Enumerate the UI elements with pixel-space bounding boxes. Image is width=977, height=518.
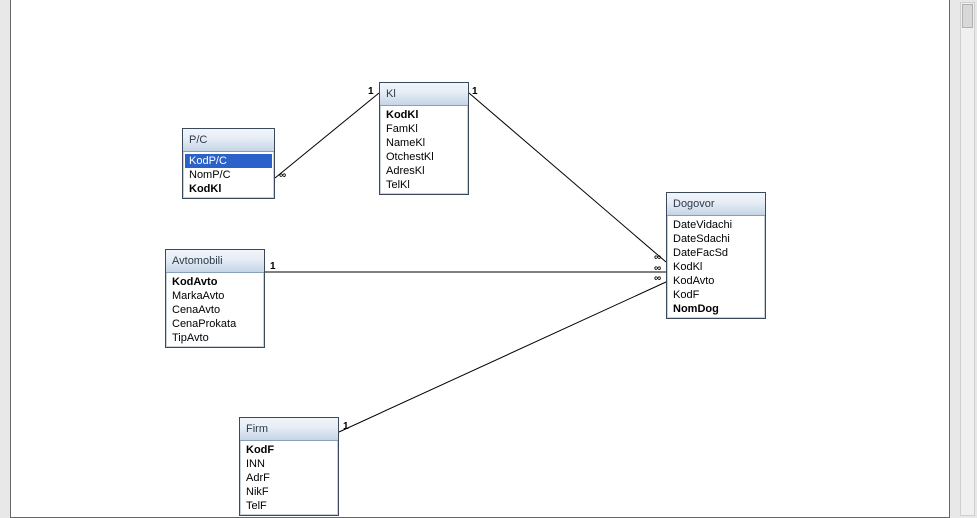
field-kl-famkl[interactable]: FamKl xyxy=(382,122,466,136)
table-kl-title[interactable]: Kl xyxy=(380,83,468,106)
rel-avto-dog-one: 1 xyxy=(270,261,276,272)
field-dog-nomdog[interactable]: NomDog xyxy=(669,302,763,316)
table-pc-title[interactable]: P/C xyxy=(183,129,274,152)
rel-kl-pc-many: ∞ xyxy=(279,170,286,181)
table-dogovor-title[interactable]: Dogovor xyxy=(667,193,765,216)
table-firm[interactable]: Firm KodF INN AdrF NikF TelF xyxy=(239,417,339,516)
table-dogovor-fields: DateVidachi DateSdachi DateFacSd KodKl K… xyxy=(667,216,765,318)
table-firm-fields: KodF INN AdrF NikF TelF xyxy=(240,441,338,515)
field-pc-kodkl[interactable]: KodKl xyxy=(185,182,272,196)
rel-firm-dog-one: 1 xyxy=(343,421,349,432)
field-dog-kodavto[interactable]: KodAvto xyxy=(669,274,763,288)
field-kl-otchestkl[interactable]: OtchestKl xyxy=(382,150,466,164)
field-dog-datevidachi[interactable]: DateVidachi xyxy=(669,218,763,232)
field-dog-kodkl[interactable]: KodKl xyxy=(669,260,763,274)
field-pc-nompc[interactable]: NomP/C xyxy=(185,168,272,182)
field-avto-tipavto[interactable]: TipAvto xyxy=(168,331,262,345)
field-firm-kodf[interactable]: KodF xyxy=(242,443,336,457)
field-pc-kodpc[interactable]: KodP/C xyxy=(185,154,272,168)
field-firm-telf[interactable]: TelF xyxy=(242,499,336,513)
vertical-scrollbar[interactable] xyxy=(960,2,975,516)
table-kl-fields: KodKl FamKl NameKl OtchestKl AdresKl Tel… xyxy=(380,106,468,194)
field-dog-datesdachi[interactable]: DateSdachi xyxy=(669,232,763,246)
table-pc[interactable]: P/C KodP/C NomP/C KodKl xyxy=(182,128,275,199)
field-firm-nikf[interactable]: NikF xyxy=(242,485,336,499)
field-dog-datefacsd[interactable]: DateFacSd xyxy=(669,246,763,260)
field-avto-kodavto[interactable]: KodAvto xyxy=(168,275,262,289)
table-firm-title[interactable]: Firm xyxy=(240,418,338,441)
scrollbar-thumb[interactable] xyxy=(962,4,973,28)
field-kl-namekl[interactable]: NameKl xyxy=(382,136,466,150)
field-kl-adreskl[interactable]: AdresKl xyxy=(382,164,466,178)
field-kl-kodkl[interactable]: KodKl xyxy=(382,108,466,122)
rel-firm-dog-many: ∞ xyxy=(654,273,661,284)
diagram-canvas[interactable] xyxy=(10,0,950,518)
table-avtomobili[interactable]: Avtomobili KodAvto MarkaAvto CenaAvto Ce… xyxy=(165,249,265,348)
rel-kl-pc-one: 1 xyxy=(368,86,374,97)
rel-kl-dog-one: 1 xyxy=(472,86,478,97)
table-pc-fields: KodP/C NomP/C KodKl xyxy=(183,152,274,198)
field-firm-inn[interactable]: INN xyxy=(242,457,336,471)
table-avtomobili-title[interactable]: Avtomobili xyxy=(166,250,264,273)
field-dog-kodf[interactable]: KodF xyxy=(669,288,763,302)
field-avto-markaavto[interactable]: MarkaAvto xyxy=(168,289,262,303)
table-dogovor[interactable]: Dogovor DateVidachi DateSdachi DateFacSd… xyxy=(666,192,766,319)
rel-kl-dog-many: ∞ xyxy=(654,252,661,263)
field-firm-adrf[interactable]: AdrF xyxy=(242,471,336,485)
field-avto-cenaprokata[interactable]: CenaProkata xyxy=(168,317,262,331)
table-avtomobili-fields: KodAvto MarkaAvto CenaAvto CenaProkata T… xyxy=(166,273,264,347)
field-avto-cenaavto[interactable]: CenaAvto xyxy=(168,303,262,317)
field-kl-telkl[interactable]: TelKl xyxy=(382,178,466,192)
table-kl[interactable]: Kl KodKl FamKl NameKl OtchestKl AdresKl … xyxy=(379,82,469,195)
